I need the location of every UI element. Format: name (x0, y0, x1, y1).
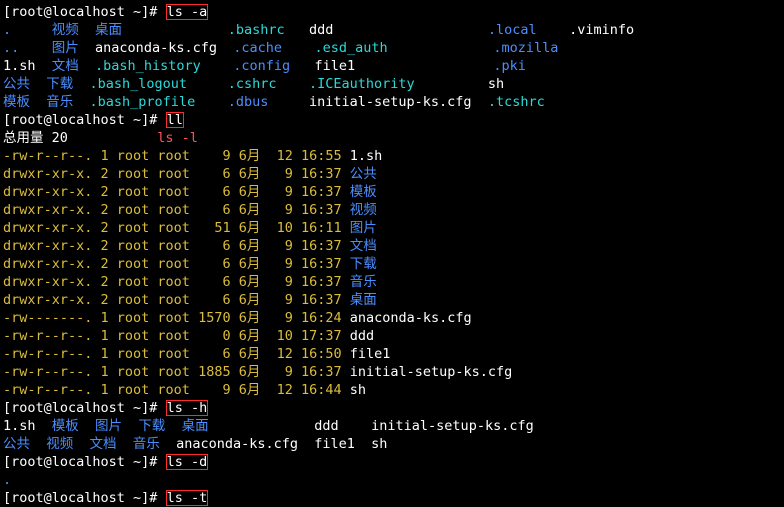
prompt-1: [root@localhost ~]# (3, 4, 166, 20)
ls-a-row2: .. 图片 anaconda-ks.cfg .cache .esd_auth .… (3, 39, 781, 57)
ll-row: -rw-r--r--. 1 root root 9 6月 12 16:55 1.… (3, 147, 781, 165)
ll-row: drwxr-xr-x. 2 root root 6 6月 9 16:37 模板 (3, 183, 781, 201)
ll-row: drwxr-xr-x. 2 root root 6 6月 9 16:37 公共 (3, 165, 781, 183)
prompt-3: [root@localhost ~]# (3, 400, 166, 416)
prompt-line-1: [root@localhost ~]# ls -a (3, 3, 781, 21)
ll-row: drwxr-xr-x. 2 root root 6 6月 9 16:37 文档 (3, 237, 781, 255)
ll-row: drwxr-xr-x. 2 root root 6 6月 9 16:37 视频 (3, 201, 781, 219)
cmd-ll: ll (166, 112, 184, 128)
ll-row: -rw-r--r--. 1 root root 6 6月 12 16:50 fi… (3, 345, 781, 363)
ls-h-row1: 1.sh 模板 图片 下载 桌面 ddd initial-setup-ks.cf… (3, 417, 781, 435)
prompt-2: [root@localhost ~]# (3, 112, 166, 128)
prompt-line-3: [root@localhost ~]# ls -h (3, 399, 781, 417)
ls-a-row3: 1.sh 文档 .bash_history .config file1 .pki (3, 57, 781, 75)
ll-row: -rw-------. 1 root root 1570 6月 9 16:24 … (3, 309, 781, 327)
prompt-5: [root@localhost ~]# (3, 490, 166, 506)
ls-a-row4: 公共 下载 .bash_logout .cshrc .ICEauthority … (3, 75, 781, 93)
prompt-line-2: [root@localhost ~]# ll (3, 111, 781, 129)
cmd-ls-t: ls -t (166, 490, 209, 506)
ll-row: drwxr-xr-x. 2 root root 51 6月 10 16:11 图… (3, 219, 781, 237)
ls-a-row5: 模板 音乐 .bash_profile .dbus initial-setup-… (3, 93, 781, 111)
cmd-ls-h: ls -h (166, 400, 209, 416)
ls-d-output: . (3, 471, 781, 489)
ls-a-row1: . 视频 桌面 .bashrc ddd .local .viminfo (3, 21, 781, 39)
ll-row: drwxr-xr-x. 2 root root 6 6月 9 16:37 音乐 (3, 273, 781, 291)
prompt-line-5: [root@localhost ~]# ls -t (3, 489, 781, 507)
ll-output: -rw-r--r--. 1 root root 9 6月 12 16:55 1.… (3, 147, 781, 399)
ll-row: -rw-r--r--. 1 root root 0 6月 10 17:37 dd… (3, 327, 781, 345)
ll-row: -rw-r--r--. 1 root root 9 6月 12 16:44 sh (3, 381, 781, 399)
cmd-ls-a: ls -a (166, 4, 209, 20)
ll-row: -rw-r--r--. 1 root root 1885 6月 9 16:37 … (3, 363, 781, 381)
ll-row: drwxr-xr-x. 2 root root 6 6月 9 16:37 桌面 (3, 291, 781, 309)
total-line: 总用量 20 ls -l (3, 129, 781, 147)
cmd-ls-d: ls -d (166, 454, 209, 470)
ll-row: drwxr-xr-x. 2 root root 6 6月 9 16:37 下载 (3, 255, 781, 273)
prompt-line-4: [root@localhost ~]# ls -d (3, 453, 781, 471)
ls-h-row2: 公共 视频 文档 音乐 anaconda-ks.cfg file1 sh (3, 435, 781, 453)
annotation-ls-l: ls -l (157, 130, 198, 146)
terminal[interactable]: [root@localhost ~]# ls -a . 视频 桌面 .bashr… (3, 3, 781, 507)
prompt-4: [root@localhost ~]# (3, 454, 166, 470)
